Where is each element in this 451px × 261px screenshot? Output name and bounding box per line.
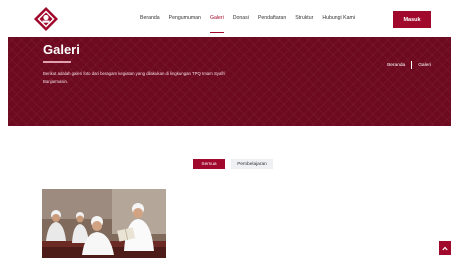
page-description: Berikut adalah galeri foto dari beragam …	[43, 71, 226, 84]
children-reading-quran-photo	[42, 189, 166, 258]
nav-item-hubungi-kami[interactable]: Hubungi Kami	[322, 0, 355, 37]
nav-item-pendaftaran[interactable]: Pendaftaran	[258, 0, 286, 37]
page-hero: Galeri Berikut adalah galeri foto dari b…	[8, 37, 451, 126]
page-title: Galeri	[43, 42, 80, 57]
filter-semua-button[interactable]: Semua	[193, 159, 225, 169]
breadcrumb: Beranda Galeri	[387, 61, 431, 69]
nav-item-struktur[interactable]: Struktur	[295, 0, 313, 37]
chevron-up-icon	[442, 246, 448, 250]
nav-item-galeri[interactable]: Galeri	[209, 0, 224, 37]
breadcrumb-separator	[411, 61, 413, 69]
title-underline	[43, 61, 71, 63]
gallery-photo[interactable]	[42, 189, 166, 258]
nav-item-donasi[interactable]: Donasi	[233, 0, 249, 37]
login-button[interactable]: Masuk	[393, 11, 431, 28]
breadcrumb-home[interactable]: Beranda	[387, 63, 405, 68]
nav-item-beranda[interactable]: Beranda	[140, 0, 160, 37]
scroll-top-button[interactable]	[439, 241, 451, 255]
tpq-logo-icon[interactable]	[33, 6, 59, 32]
gallery-filters: Semua Pembelajaran	[193, 159, 273, 169]
nav-item-pengumuman[interactable]: Pengumuman	[169, 0, 201, 37]
breadcrumb-current: Galeri	[418, 62, 431, 68]
filter-pembelajaran-button[interactable]: Pembelajaran	[231, 159, 273, 169]
main-nav: Beranda Pengumuman Galeri Donasi Pendaft…	[140, 0, 364, 37]
site-header: Beranda Pengumuman Galeri Donasi Pendaft…	[0, 0, 451, 37]
